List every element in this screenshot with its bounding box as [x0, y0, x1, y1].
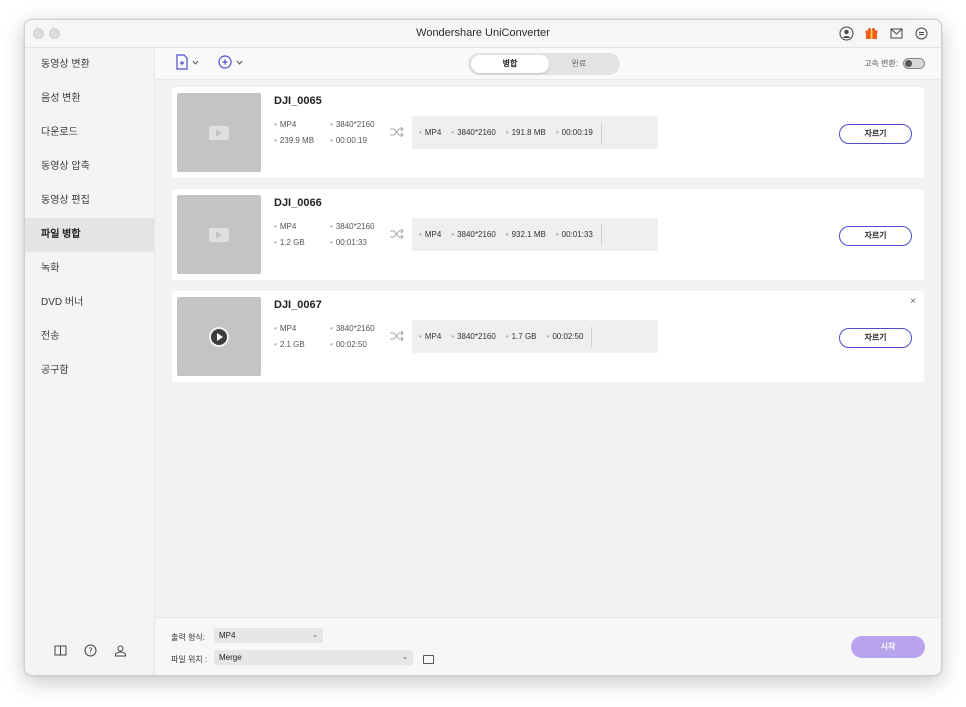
source-info: • MP4 • 3840*2160 • 2.1 GB • 00:02:50	[274, 324, 375, 349]
output-size: 1.7 GB	[511, 332, 537, 341]
book-icon[interactable]	[53, 643, 67, 657]
add-file-icon	[176, 54, 188, 70]
trim-button[interactable]: 자르기	[839, 328, 912, 348]
file-card: DJI_0066 • MP4 • 3840*2160 • 1.2 GB • 00:01:33…	[172, 189, 924, 280]
output-format-select[interactable]: MP4 ⌄	[214, 628, 323, 643]
sidebar-item-compress[interactable]: 동영상 압축	[25, 150, 154, 184]
trim-button[interactable]: 자르기	[839, 124, 912, 144]
source-duration: 00:01:33	[335, 238, 367, 247]
add-file-button[interactable]	[175, 54, 199, 70]
sidebar-item-edit[interactable]: 동영상 편집	[25, 184, 154, 218]
sidebar-item-record[interactable]: 녹화	[25, 252, 154, 286]
trim-button[interactable]: 자르기	[839, 226, 912, 246]
source-resolution: 3840*2160	[335, 324, 375, 333]
sidebar-item-video-convert[interactable]: 동영상 변환	[25, 48, 154, 82]
file-location-label: 파일 위치 :	[171, 655, 208, 664]
bottom-bar: 출력 형식: MP4 ⌄ 파일 위치 : Merge ⌄ 시작	[155, 617, 941, 675]
source-size: 2.1 GB	[279, 340, 305, 349]
output-format: MP4	[424, 332, 442, 341]
main-panel: 병합 완료 고속 변환: DJI_0065 • MP4 • 3840*2160 • 23…	[155, 48, 941, 675]
app-window: Wondershare UniConverter 동영상 변환 음성 변환 다운…	[24, 19, 942, 676]
file-name: DJI_0067	[274, 299, 322, 311]
tab-merge[interactable]: 병합	[471, 55, 549, 73]
high-speed-label: 고속 변환:	[864, 59, 898, 68]
output-size: 191.8 MB	[511, 128, 546, 137]
add-media-button[interactable]	[217, 54, 243, 70]
sidebar-item-merge[interactable]: 파일 병합	[25, 218, 154, 252]
video-thumbnail-icon	[209, 125, 229, 140]
source-info: • MP4 • 3840*2160 • 239.9 MB • 00:00:19	[274, 120, 375, 145]
tab-finished[interactable]: 완료	[540, 55, 618, 73]
output-resolution: 3840*2160	[457, 128, 496, 137]
output-resolution: 3840*2160	[457, 230, 496, 239]
account-icon[interactable]	[838, 25, 854, 41]
app-title: Wondershare UniConverter	[416, 27, 550, 39]
play-icon[interactable]	[209, 326, 229, 347]
chevron-down-icon: ⌄	[312, 632, 318, 639]
output-duration: 00:02:50	[552, 332, 584, 341]
high-speed-toggle-group: 고속 변환:	[864, 58, 925, 69]
convert-arrow-icon	[390, 126, 404, 138]
file-card: DJI_0065 • MP4 • 3840*2160 • 239.9 MB • 00:00:…	[172, 87, 924, 178]
sidebar-item-transfer[interactable]: 전송	[25, 320, 154, 354]
video-thumbnail[interactable]	[177, 195, 261, 274]
output-duration: 00:01:33	[561, 230, 593, 239]
output-format-value: MP4	[219, 631, 236, 640]
file-card: DJI_0067 • MP4 • 3840*2160 • 2.1 GB • 00:02:50…	[172, 291, 924, 382]
toolbar: 병합 완료 고속 변환:	[155, 48, 941, 80]
file-location-select[interactable]: Merge ⌄	[214, 650, 413, 665]
remove-file-icon[interactable]: ×	[910, 296, 916, 307]
file-list: DJI_0065 • MP4 • 3840*2160 • 239.9 MB • 00:00:…	[172, 87, 924, 393]
account-icon[interactable]	[113, 643, 127, 657]
file-name: DJI_0066	[274, 197, 322, 209]
title-bar: Wondershare UniConverter	[25, 20, 941, 48]
file-location-value: Merge	[219, 653, 242, 662]
sidebar-item-audio-convert[interactable]: 음성 변환	[25, 82, 154, 116]
source-format: MP4	[279, 324, 297, 333]
source-resolution: 3840*2160	[335, 120, 375, 129]
output-settings[interactable]: • MP4 • 3840*2160 • 191.8 MB • 00:00:19	[412, 116, 658, 149]
help-icon[interactable]: ?	[83, 643, 97, 657]
convert-arrow-icon	[390, 228, 404, 240]
sidebar-item-toolbox[interactable]: 공구함	[25, 354, 154, 388]
high-speed-toggle[interactable]	[903, 58, 925, 69]
merge-status-tabs: 병합 완료	[468, 53, 620, 75]
video-thumbnail-icon	[209, 227, 229, 242]
source-info: • MP4 • 3840*2160 • 1.2 GB • 00:01:33	[274, 222, 375, 247]
chevron-down-icon: ⌄	[402, 654, 408, 661]
convert-arrow-icon	[390, 330, 404, 342]
source-size: 239.9 MB	[279, 136, 315, 145]
chevron-down-icon	[236, 60, 243, 65]
start-button[interactable]: 시작	[851, 636, 925, 658]
source-duration: 00:00:19	[335, 136, 367, 145]
source-duration: 00:02:50	[335, 340, 367, 349]
sidebar-item-dvd-burner[interactable]: DVD 버너	[25, 286, 154, 320]
output-format: MP4	[424, 128, 442, 137]
file-name: DJI_0065	[274, 95, 322, 107]
mail-icon[interactable]	[888, 25, 904, 41]
output-size: 932.1 MB	[511, 230, 546, 239]
source-resolution: 3840*2160	[335, 222, 375, 231]
source-format: MP4	[279, 120, 297, 129]
feedback-icon[interactable]	[913, 25, 929, 41]
video-thumbnail[interactable]	[177, 93, 261, 172]
folder-icon[interactable]	[423, 655, 434, 664]
output-format-label: 출력 형식:	[171, 633, 205, 642]
sidebar: 동영상 변환 음성 변환 다운로드 동영상 압축 동영상 편집 파일 병합 녹화…	[25, 48, 155, 675]
output-settings[interactable]: • MP4 • 3840*2160 • 1.7 GB • 00:02:50	[412, 320, 658, 353]
add-media-icon	[218, 55, 232, 69]
source-size: 1.2 GB	[279, 238, 305, 247]
chevron-down-icon	[192, 60, 199, 65]
output-format: MP4	[424, 230, 442, 239]
output-duration: 00:00:19	[561, 128, 593, 137]
video-thumbnail[interactable]	[177, 297, 261, 376]
source-format: MP4	[279, 222, 297, 231]
sidebar-item-download[interactable]: 다운로드	[25, 116, 154, 150]
svg-text:?: ?	[88, 646, 92, 655]
output-resolution: 3840*2160	[457, 332, 496, 341]
gift-icon[interactable]	[863, 25, 879, 41]
output-settings[interactable]: • MP4 • 3840*2160 • 932.1 MB • 00:01:33	[412, 218, 658, 251]
